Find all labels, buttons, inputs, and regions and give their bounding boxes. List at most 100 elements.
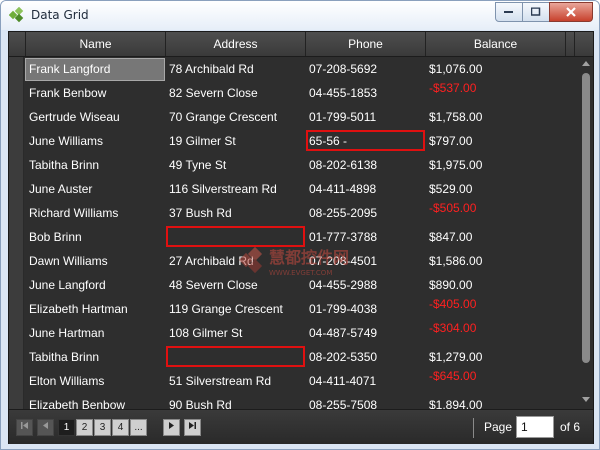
table-row[interactable]: Elizabeth Hartman 119 Grange Crescent 01-7…: [9, 297, 579, 321]
row-header[interactable]: [9, 225, 24, 249]
address-cell[interactable]: 78 Archibald Rd: [169, 57, 254, 81]
balance-cell[interactable]: -$505.00: [429, 201, 476, 225]
name-cell[interactable]: Frank Benbow: [29, 81, 106, 105]
table-row[interactable]: Richard Williams 37 Bush Rd 08-255-2095 -$5…: [9, 201, 579, 225]
address-cell[interactable]: 37 Bush Rd: [169, 201, 232, 225]
page-button-3[interactable]: 3: [94, 419, 111, 436]
phone-cell[interactable]: 04-487-5749: [309, 321, 377, 345]
balance-cell[interactable]: -$537.00: [429, 81, 476, 105]
balance-cell[interactable]: $1,076.00: [429, 57, 482, 81]
table-row[interactable]: Elizabeth Benbow 90 Bush Rd 08-255-7508 $1,…: [9, 393, 579, 409]
name-cell[interactable]: June Williams: [29, 129, 103, 153]
name-cell[interactable]: Elizabeth Hartman: [29, 297, 128, 321]
address-cell[interactable]: 90 Bush Rd: [169, 393, 232, 409]
row-header[interactable]: [9, 153, 24, 177]
table-row[interactable]: Tabitha Brinn 49 Tyne St 08-202-6138 $1,975…: [9, 153, 579, 177]
name-cell[interactable]: Gertrude Wiseau: [29, 105, 120, 129]
column-header-balance[interactable]: Balance: [426, 32, 566, 56]
column-header-phone[interactable]: Phone: [306, 32, 426, 56]
scroll-thumb[interactable]: [582, 73, 590, 363]
table-row[interactable]: Frank Benbow 82 Severn Close 04-455-1853 -$…: [9, 81, 579, 105]
balance-cell[interactable]: $1,758.00: [429, 105, 482, 129]
title-bar[interactable]: Data Grid: [1, 1, 599, 30]
address-cell[interactable]: 82 Severn Close: [169, 81, 258, 105]
name-cell[interactable]: Bob Brinn: [29, 225, 82, 249]
vertical-scrollbar[interactable]: [579, 57, 593, 409]
phone-cell[interactable]: 65-56 -: [309, 129, 347, 153]
balance-cell[interactable]: $890.00: [429, 273, 472, 297]
row-header[interactable]: [9, 393, 24, 409]
row-header[interactable]: [9, 177, 24, 201]
maximize-button[interactable]: [522, 2, 550, 22]
balance-cell[interactable]: $1,975.00: [429, 153, 482, 177]
address-cell[interactable]: 119 Grange Crescent: [169, 297, 283, 321]
balance-cell[interactable]: -$304.00: [429, 321, 476, 345]
phone-cell[interactable]: 08-255-2095: [309, 201, 377, 225]
table-row[interactable]: June Williams 19 Gilmer St 65-56 - $797.00: [9, 129, 579, 153]
row-header[interactable]: [9, 201, 24, 225]
page-number-input[interactable]: 1: [516, 416, 554, 438]
name-cell[interactable]: Elizabeth Benbow: [29, 393, 125, 409]
balance-cell[interactable]: $1,894.00: [429, 393, 482, 409]
row-header[interactable]: [9, 345, 24, 369]
table-row[interactable]: Tabitha Brinn 08-202-5350 $1,279.00: [9, 345, 579, 369]
scroll-up-icon[interactable]: [582, 61, 590, 67]
table-row[interactable]: Frank Langford 78 Archibald Rd 07-208-5692…: [9, 57, 579, 81]
table-row[interactable]: Elton Williams 51 Silverstream Rd 04-411-4…: [9, 369, 579, 393]
table-row[interactable]: June Auster 116 Silverstream Rd 04-411-489…: [9, 177, 579, 201]
balance-cell[interactable]: -$645.00: [429, 369, 476, 393]
name-cell[interactable]: Richard Williams: [29, 201, 118, 225]
name-cell[interactable]: June Auster: [29, 177, 92, 201]
name-cell[interactable]: June Langford: [29, 273, 106, 297]
phone-cell[interactable]: 04-411-4898: [309, 177, 376, 201]
name-cell[interactable]: Tabitha Brinn: [29, 345, 99, 369]
address-cell[interactable]: 19 Gilmer St: [169, 129, 236, 153]
table-row[interactable]: June Hartman 108 Gilmer St 04-487-5749 -$30…: [9, 321, 579, 345]
phone-cell[interactable]: 07-208-5692: [309, 57, 377, 81]
page-button-4[interactable]: 4: [112, 419, 129, 436]
next-page-button[interactable]: [163, 419, 180, 436]
row-header[interactable]: [9, 321, 24, 345]
balance-cell[interactable]: $1,279.00: [429, 345, 482, 369]
address-cell[interactable]: 51 Silverstream Rd: [169, 369, 271, 393]
row-header[interactable]: [9, 57, 24, 81]
address-cell[interactable]: 116 Silverstream Rd: [169, 177, 277, 201]
row-header[interactable]: [9, 249, 24, 273]
row-header[interactable]: [9, 81, 24, 105]
last-page-button[interactable]: [184, 419, 201, 436]
row-header[interactable]: [9, 129, 24, 153]
phone-cell[interactable]: 01-799-4038: [309, 297, 377, 321]
name-cell[interactable]: Tabitha Brinn: [29, 153, 99, 177]
name-cell[interactable]: Dawn Williams: [29, 249, 108, 273]
page-button-2[interactable]: 2: [76, 419, 93, 436]
row-header[interactable]: [9, 369, 24, 393]
previous-page-button[interactable]: [37, 419, 54, 436]
balance-cell[interactable]: -$405.00: [429, 297, 476, 321]
close-button[interactable]: [549, 2, 593, 22]
minimize-button[interactable]: [495, 2, 523, 22]
address-cell[interactable]: 49 Tyne St: [169, 153, 226, 177]
name-cell[interactable]: Frank Langford: [29, 57, 110, 81]
name-cell[interactable]: Elton Williams: [29, 369, 104, 393]
page-button-1[interactable]: 1: [58, 419, 75, 436]
table-row[interactable]: Gertrude Wiseau 70 Grange Crescent 01-799-…: [9, 105, 579, 129]
balance-cell[interactable]: $797.00: [429, 129, 472, 153]
phone-cell[interactable]: 08-255-7508: [309, 393, 377, 409]
column-header-address[interactable]: Address: [166, 32, 306, 56]
row-header[interactable]: [9, 105, 24, 129]
phone-cell[interactable]: 04-455-1853: [309, 81, 377, 105]
balance-cell[interactable]: $847.00: [429, 225, 472, 249]
row-header[interactable]: [9, 297, 24, 321]
first-page-button[interactable]: [16, 419, 33, 436]
address-cell[interactable]: 108 Gilmer St: [169, 321, 242, 345]
phone-cell[interactable]: 08-202-6138: [309, 153, 377, 177]
phone-cell[interactable]: 08-202-5350: [309, 345, 377, 369]
scroll-down-icon[interactable]: [582, 397, 590, 403]
balance-cell[interactable]: $529.00: [429, 177, 472, 201]
name-cell[interactable]: June Hartman: [29, 321, 104, 345]
row-header[interactable]: [9, 273, 24, 297]
phone-cell[interactable]: 04-411-4071: [309, 369, 376, 393]
address-cell[interactable]: 70 Grange Crescent: [169, 105, 277, 129]
column-header-name[interactable]: Name: [26, 32, 166, 56]
balance-cell[interactable]: $1,586.00: [429, 249, 482, 273]
